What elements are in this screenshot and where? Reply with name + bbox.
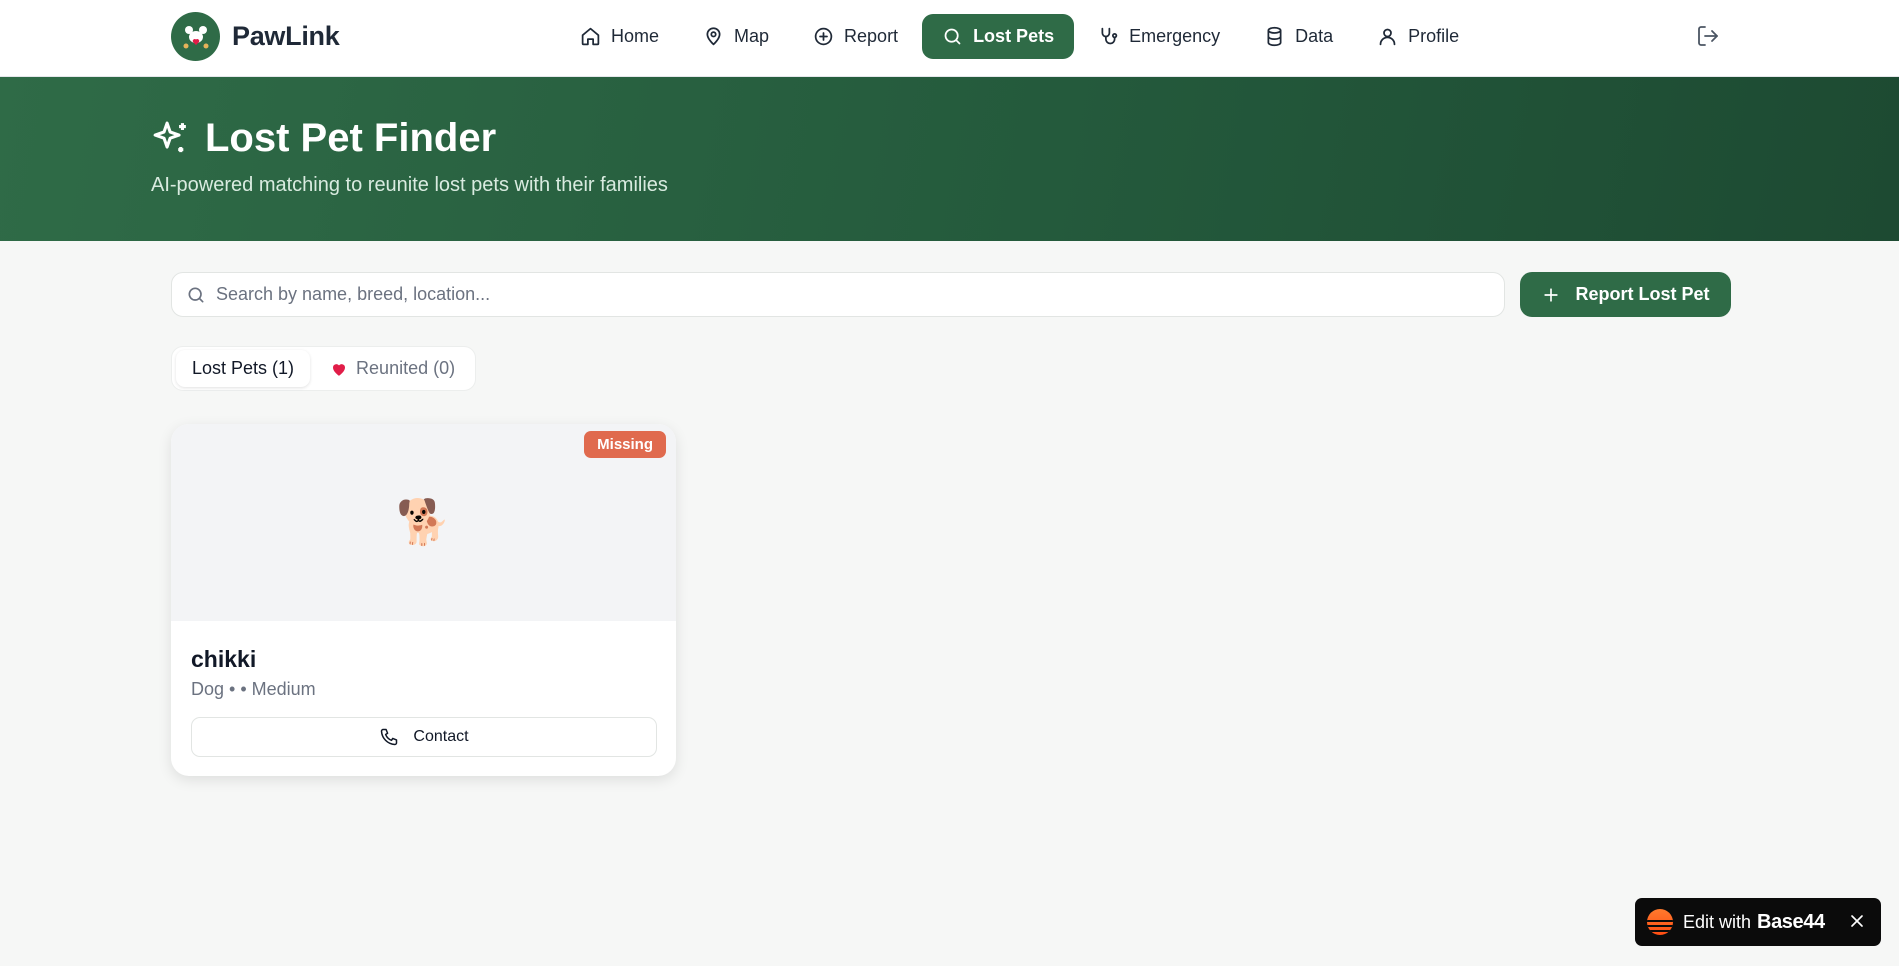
pet-card[interactable]: 🐕 Missing chikki Dog • • Medium Contact (171, 424, 676, 776)
pet-details: Dog • • Medium (191, 679, 316, 699)
nav-label: Data (1295, 26, 1334, 46)
edit-with-text: Edit with (1683, 911, 1752, 932)
search-input[interactable] (216, 284, 1504, 305)
pet-status-tabs: Lost Pets (1) Reunited (0) (171, 346, 477, 391)
pet-name: chikki (191, 646, 257, 672)
page-title: Lost Pet Finder (150, 116, 496, 161)
base44-brand: Base44 (1757, 910, 1825, 933)
tab-label: Reunited (0) (356, 358, 456, 378)
home-icon (581, 27, 600, 46)
nav-label: Profile (1408, 26, 1460, 46)
nav-label: Home (611, 26, 660, 46)
nav-label: Lost Pets (973, 26, 1055, 46)
phone-icon (381, 728, 398, 746)
page-title-text: Lost Pet Finder (205, 116, 497, 160)
contact-label: Contact (413, 728, 469, 745)
nav-item-lost-pets[interactable]: Lost Pets (922, 14, 1075, 59)
nav-item-report[interactable]: Report (793, 14, 918, 59)
stethoscope-icon (1101, 27, 1118, 45)
edit-with-base44-widget[interactable]: Edit with Base44 (1635, 898, 1881, 946)
map-pin-icon (706, 27, 721, 46)
sparkles-icon (153, 121, 186, 153)
logout-icon[interactable] (1696, 24, 1720, 48)
hero-banner: Lost Pet Finder AI-powered matching to r… (0, 77, 1899, 241)
nav-item-home[interactable]: Home (560, 14, 679, 59)
pet-image: 🐕 Missing (171, 424, 676, 621)
tab-lost-pets[interactable]: Lost Pets (1) (176, 350, 311, 387)
tab-label: Lost Pets (1) (192, 358, 295, 378)
contact-button[interactable]: Contact (191, 717, 657, 757)
nav-label: Report (844, 26, 899, 46)
search-icon (944, 28, 961, 45)
nav-item-emergency[interactable]: Emergency (1078, 14, 1240, 59)
plus-circle-icon (814, 27, 833, 46)
nav-item-profile[interactable]: Profile (1357, 14, 1479, 59)
base44-logo-icon (1647, 909, 1673, 935)
nav-label: Emergency (1129, 26, 1221, 46)
plus-icon (1544, 287, 1559, 302)
top-navbar: PawLink Home Map Report Lost Pets Emerge… (0, 0, 1899, 77)
tab-reunited[interactable]: Reunited (0) (314, 350, 471, 387)
nav-item-data[interactable]: Data (1244, 14, 1353, 59)
report-lost-pet-label: Report Lost Pet (1575, 284, 1710, 304)
nav-item-map[interactable]: Map (683, 14, 789, 59)
main-nav: Home Map Report Lost Pets Emergency Data… (560, 14, 1479, 59)
database-icon (1267, 26, 1282, 47)
search-bar (171, 272, 1505, 317)
search-icon (188, 287, 204, 302)
close-icon[interactable] (1847, 911, 1867, 931)
user-icon (1379, 28, 1396, 46)
page-subtitle: AI-powered matching to reunite lost pets… (151, 174, 668, 196)
report-lost-pet-button[interactable]: Report Lost Pet (1520, 272, 1731, 317)
heart-icon (333, 363, 346, 376)
nav-label: Map (734, 26, 770, 46)
pawlink-logo-icon (171, 12, 220, 61)
brand-name: PawLink (232, 21, 340, 51)
dog-icon: 🐕 (396, 497, 451, 547)
status-badge: Missing (584, 431, 666, 458)
brand[interactable]: PawLink (171, 12, 340, 61)
